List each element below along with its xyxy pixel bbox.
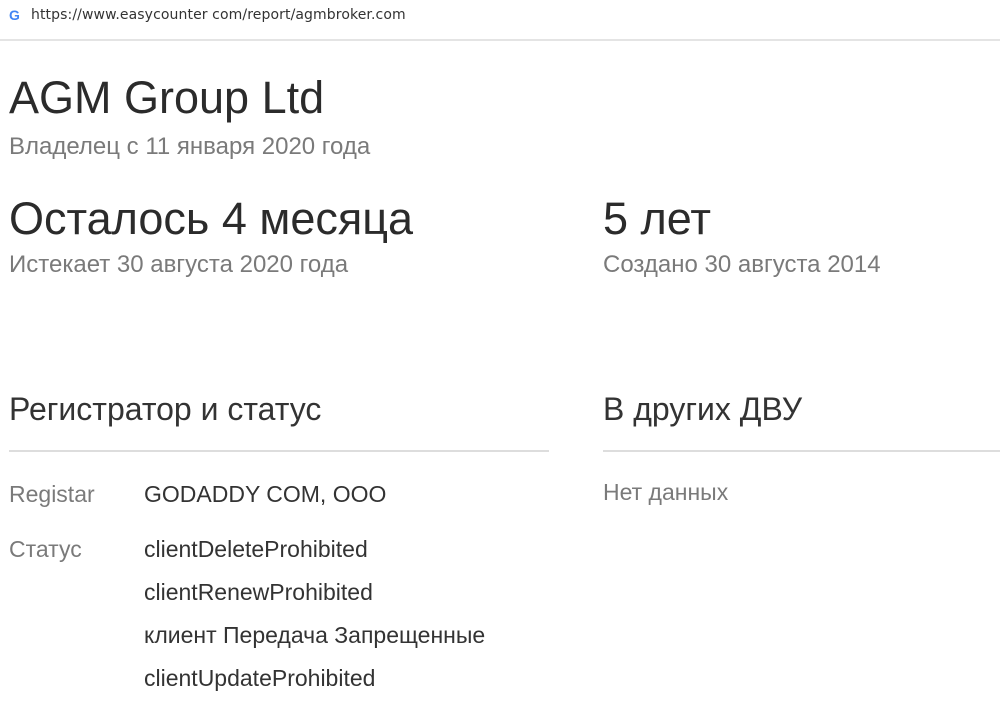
google-g-icon: G [7, 7, 23, 23]
expiry-remaining: Осталось 4 месяца [9, 193, 414, 244]
status-label: Статус [9, 536, 82, 562]
expiry-date: Истекает 30 августа 2020 года [9, 251, 349, 278]
registrar-heading: Регистратор и статус [9, 391, 322, 427]
address-bar[interactable]: G https://www.easycounter com/report/agm… [0, 0, 1000, 30]
owner-since: Владелец с 11 января 2020 года [9, 133, 371, 160]
registrar-label: Registar [9, 481, 95, 507]
status-item: clientRenewProhibited [144, 579, 373, 605]
svg-text:G: G [9, 8, 20, 22]
status-item: клиент Передача Запрещенные [144, 622, 486, 648]
status-item: clientDeleteProhibited [144, 536, 368, 562]
address-bar-divider [0, 39, 1000, 41]
registrar-value: GODADDY COM, OOO [144, 481, 387, 507]
registrar-divider [9, 450, 549, 452]
url-text[interactable]: https://www.easycounter com/report/agmbr… [31, 7, 406, 23]
status-item: clientUpdateProhibited [144, 665, 376, 691]
page-title: AGM Group Ltd [9, 72, 325, 123]
other-zones-divider [603, 450, 1000, 452]
other-zones-heading: В других ДВУ [603, 391, 803, 427]
domain-age: 5 лет [603, 193, 711, 244]
created-date: Создано 30 августа 2014 [603, 251, 881, 278]
other-zones-value: Нет данных [603, 479, 729, 505]
